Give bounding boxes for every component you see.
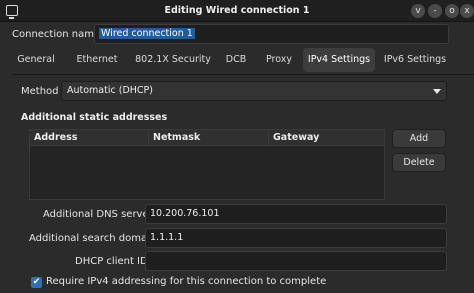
dns-servers-label: Additional DNS servers (43, 209, 158, 220)
require-ipv4-label[interactable]: Require IPv4 addressing for this connect… (46, 276, 326, 287)
static-addresses-table[interactable]: Address Netmask Gateway (29, 129, 385, 200)
window-title: Editing Wired connection 1 (164, 5, 310, 16)
method-select[interactable]: Automatic (DHCP) (61, 81, 447, 101)
connection-name-input[interactable]: Wired connection 1 (94, 24, 449, 44)
maximize-button[interactable]: o (445, 4, 459, 18)
column-header-address[interactable]: Address (30, 130, 148, 146)
chevron-down-icon[interactable]: v (411, 4, 425, 18)
title-bar: Editing Wired connection 1 v - o x (0, 0, 474, 22)
dhcp-client-id-label: DHCP client ID (75, 256, 148, 267)
static-addresses-heading: Additional static addresses (21, 112, 168, 123)
method-label: Method (21, 86, 59, 97)
tab-ethernet[interactable]: Ethernet (71, 48, 123, 72)
delete-button[interactable]: Delete (392, 153, 446, 172)
tab-8021x-security[interactable]: 802.1X Security (135, 48, 211, 72)
column-header-gateway[interactable]: Gateway (268, 130, 384, 146)
tab-bar: General Ethernet 802.1X Security DCB Pro… (7, 48, 474, 73)
tab-ipv4-settings[interactable]: IPv4 Settings (303, 48, 375, 72)
tab-dcb[interactable]: DCB (221, 48, 251, 72)
connection-name-value: Wired connection 1 (99, 28, 195, 39)
minimize-button[interactable]: - (428, 4, 442, 18)
close-button[interactable]: x (460, 4, 474, 18)
dhcp-client-id-input[interactable] (145, 251, 447, 271)
connection-name-label: Connection name (12, 29, 101, 40)
tab-general[interactable]: General (14, 48, 58, 72)
method-value: Automatic (DHCP) (67, 85, 153, 96)
tab-proxy[interactable]: Proxy (261, 48, 297, 72)
add-button[interactable]: Add (392, 129, 446, 148)
search-domains-input[interactable]: 1.1.1.1 (145, 228, 447, 248)
dns-servers-input[interactable]: 10.200.76.101 (145, 204, 447, 224)
require-ipv4-checkbox[interactable]: ✔ (31, 277, 42, 288)
chevron-down-icon (433, 89, 441, 94)
tab-ipv6-settings[interactable]: IPv6 Settings (381, 48, 449, 72)
search-domains-label: Additional search domains (29, 233, 162, 244)
column-header-netmask[interactable]: Netmask (148, 130, 268, 146)
